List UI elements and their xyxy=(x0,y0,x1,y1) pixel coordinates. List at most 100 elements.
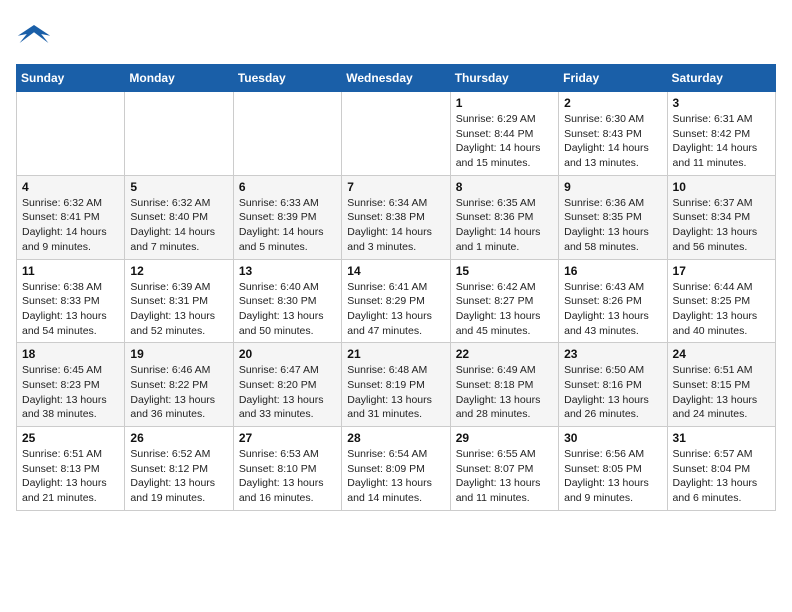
calendar-cell: 4 Sunrise: 6:32 AM Sunset: 8:41 PM Daylig… xyxy=(17,175,125,259)
calendar-cell: 5Sunrise: 6:32 AM Sunset: 8:40 PM Daylig… xyxy=(125,175,233,259)
day-number: 9 xyxy=(564,180,661,194)
day-info: Sunrise: 6:35 AM Sunset: 8:36 PM Dayligh… xyxy=(456,196,553,255)
day-info: Sunrise: 6:41 AM Sunset: 8:29 PM Dayligh… xyxy=(347,280,444,339)
day-number: 2 xyxy=(564,96,661,110)
calendar-cell: 12 Sunrise: 6:39 AM Sunset: 8:31 PM Dayli… xyxy=(125,259,233,343)
logo-icon xyxy=(16,16,52,52)
day-number: 27 xyxy=(239,431,336,445)
day-number: 19 xyxy=(130,347,227,361)
calendar-cell: 22 Sunrise: 6:49 AM Sunset: 8:18 PM Dayli… xyxy=(450,343,558,427)
day-number: 14 xyxy=(347,264,444,278)
day-info: Sunrise: 6:40 AM Sunset: 8:30 PM Dayligh… xyxy=(239,280,336,339)
calendar-cell: 15Sunrise: 6:42 AM Sunset: 8:27 PM Dayli… xyxy=(450,259,558,343)
day-header-friday: Friday xyxy=(559,65,667,92)
day-number: 21 xyxy=(347,347,444,361)
day-info: Sunrise: 6:54 AM Sunset: 8:09 PM Dayligh… xyxy=(347,447,444,506)
day-info: Sunrise: 6:43 AM Sunset: 8:26 PM Dayligh… xyxy=(564,280,661,339)
day-number: 24 xyxy=(673,347,770,361)
day-info: Sunrise: 6:51 AM Sunset: 8:13 PM Dayligh… xyxy=(22,447,119,506)
day-number: 29 xyxy=(456,431,553,445)
calendar-cell xyxy=(342,92,450,176)
day-header-saturday: Saturday xyxy=(667,65,775,92)
day-number: 31 xyxy=(673,431,770,445)
day-info: Sunrise: 6:34 AM Sunset: 8:38 PM Dayligh… xyxy=(347,196,444,255)
calendar-cell: 16Sunrise: 6:43 AM Sunset: 8:26 PM Dayli… xyxy=(559,259,667,343)
calendar-cell: 18Sunrise: 6:45 AM Sunset: 8:23 PM Dayli… xyxy=(17,343,125,427)
day-number: 22 xyxy=(456,347,553,361)
day-number: 17 xyxy=(673,264,770,278)
calendar-cell: 21 Sunrise: 6:48 AM Sunset: 8:19 PM Dayli… xyxy=(342,343,450,427)
day-header-monday: Monday xyxy=(125,65,233,92)
day-number: 12 xyxy=(130,264,227,278)
calendar-cell: 9 Sunrise: 6:36 AM Sunset: 8:35 PM Daylig… xyxy=(559,175,667,259)
day-info: Sunrise: 6:56 AM Sunset: 8:05 PM Dayligh… xyxy=(564,447,661,506)
calendar-cell: 24 Sunrise: 6:51 AM Sunset: 8:15 PM Dayli… xyxy=(667,343,775,427)
day-number: 1 xyxy=(456,96,553,110)
day-info: Sunrise: 6:29 AM Sunset: 8:44 PM Dayligh… xyxy=(456,112,553,171)
day-info: Sunrise: 6:36 AM Sunset: 8:35 PM Dayligh… xyxy=(564,196,661,255)
calendar-cell: 30 Sunrise: 6:56 AM Sunset: 8:05 PM Dayli… xyxy=(559,427,667,511)
day-info: Sunrise: 6:48 AM Sunset: 8:19 PM Dayligh… xyxy=(347,363,444,422)
day-info: Sunrise: 6:55 AM Sunset: 8:07 PM Dayligh… xyxy=(456,447,553,506)
day-info: Sunrise: 6:37 AM Sunset: 8:34 PM Dayligh… xyxy=(673,196,770,255)
calendar-cell: 23 Sunrise: 6:50 AM Sunset: 8:16 PM Dayli… xyxy=(559,343,667,427)
day-number: 4 xyxy=(22,180,119,194)
calendar-cell: 13 Sunrise: 6:40 AM Sunset: 8:30 PM Dayli… xyxy=(233,259,341,343)
calendar-cell: 28 Sunrise: 6:54 AM Sunset: 8:09 PM Dayli… xyxy=(342,427,450,511)
day-info: Sunrise: 6:53 AM Sunset: 8:10 PM Dayligh… xyxy=(239,447,336,506)
day-number: 23 xyxy=(564,347,661,361)
day-info: Sunrise: 6:33 AM Sunset: 8:39 PM Dayligh… xyxy=(239,196,336,255)
day-number: 7 xyxy=(347,180,444,194)
day-info: Sunrise: 6:30 AM Sunset: 8:43 PM Dayligh… xyxy=(564,112,661,171)
day-info: Sunrise: 6:31 AM Sunset: 8:42 PM Dayligh… xyxy=(673,112,770,171)
day-info: Sunrise: 6:32 AM Sunset: 8:41 PM Dayligh… xyxy=(22,196,119,255)
day-info: Sunrise: 6:49 AM Sunset: 8:18 PM Dayligh… xyxy=(456,363,553,422)
calendar-week-row: 11Sunrise: 6:38 AM Sunset: 8:33 PM Dayli… xyxy=(17,259,776,343)
calendar-cell: 27 Sunrise: 6:53 AM Sunset: 8:10 PM Dayli… xyxy=(233,427,341,511)
calendar-header-row: SundayMondayTuesdayWednesdayThursdayFrid… xyxy=(17,65,776,92)
day-number: 18 xyxy=(22,347,119,361)
day-number: 25 xyxy=(22,431,119,445)
day-info: Sunrise: 6:50 AM Sunset: 8:16 PM Dayligh… xyxy=(564,363,661,422)
day-header-wednesday: Wednesday xyxy=(342,65,450,92)
page-header xyxy=(16,16,776,52)
calendar-week-row: 4 Sunrise: 6:32 AM Sunset: 8:41 PM Daylig… xyxy=(17,175,776,259)
calendar-cell: 29 Sunrise: 6:55 AM Sunset: 8:07 PM Dayli… xyxy=(450,427,558,511)
day-header-tuesday: Tuesday xyxy=(233,65,341,92)
calendar-cell: 10 Sunrise: 6:37 AM Sunset: 8:34 PM Dayli… xyxy=(667,175,775,259)
calendar-cell: 26 Sunrise: 6:52 AM Sunset: 8:12 PM Dayli… xyxy=(125,427,233,511)
calendar-cell: 2 Sunrise: 6:30 AM Sunset: 8:43 PM Daylig… xyxy=(559,92,667,176)
day-info: Sunrise: 6:32 AM Sunset: 8:40 PM Dayligh… xyxy=(130,196,227,255)
day-number: 11 xyxy=(22,264,119,278)
day-number: 10 xyxy=(673,180,770,194)
calendar-cell: 20 Sunrise: 6:47 AM Sunset: 8:20 PM Dayli… xyxy=(233,343,341,427)
calendar-cell: 11Sunrise: 6:38 AM Sunset: 8:33 PM Dayli… xyxy=(17,259,125,343)
calendar-cell: 25 Sunrise: 6:51 AM Sunset: 8:13 PM Dayli… xyxy=(17,427,125,511)
calendar-week-row: 1 Sunrise: 6:29 AM Sunset: 8:44 PM Daylig… xyxy=(17,92,776,176)
day-number: 30 xyxy=(564,431,661,445)
day-info: Sunrise: 6:39 AM Sunset: 8:31 PM Dayligh… xyxy=(130,280,227,339)
day-number: 26 xyxy=(130,431,227,445)
calendar-cell: 7 Sunrise: 6:34 AM Sunset: 8:38 PM Daylig… xyxy=(342,175,450,259)
day-number: 15 xyxy=(456,264,553,278)
calendar-cell xyxy=(125,92,233,176)
calendar-cell xyxy=(233,92,341,176)
calendar-week-row: 25 Sunrise: 6:51 AM Sunset: 8:13 PM Dayli… xyxy=(17,427,776,511)
calendar-cell: 14 Sunrise: 6:41 AM Sunset: 8:29 PM Dayli… xyxy=(342,259,450,343)
day-header-thursday: Thursday xyxy=(450,65,558,92)
day-number: 13 xyxy=(239,264,336,278)
day-header-sunday: Sunday xyxy=(17,65,125,92)
calendar-cell: 6Sunrise: 6:33 AM Sunset: 8:39 PM Daylig… xyxy=(233,175,341,259)
day-info: Sunrise: 6:57 AM Sunset: 8:04 PM Dayligh… xyxy=(673,447,770,506)
day-number: 3 xyxy=(673,96,770,110)
day-info: Sunrise: 6:47 AM Sunset: 8:20 PM Dayligh… xyxy=(239,363,336,422)
day-number: 20 xyxy=(239,347,336,361)
logo xyxy=(16,16,56,52)
day-info: Sunrise: 6:51 AM Sunset: 8:15 PM Dayligh… xyxy=(673,363,770,422)
day-info: Sunrise: 6:44 AM Sunset: 8:25 PM Dayligh… xyxy=(673,280,770,339)
calendar-cell: 19Sunrise: 6:46 AM Sunset: 8:22 PM Dayli… xyxy=(125,343,233,427)
day-info: Sunrise: 6:52 AM Sunset: 8:12 PM Dayligh… xyxy=(130,447,227,506)
calendar-cell: 31 Sunrise: 6:57 AM Sunset: 8:04 PM Dayli… xyxy=(667,427,775,511)
day-number: 28 xyxy=(347,431,444,445)
calendar-cell: 17 Sunrise: 6:44 AM Sunset: 8:25 PM Dayli… xyxy=(667,259,775,343)
